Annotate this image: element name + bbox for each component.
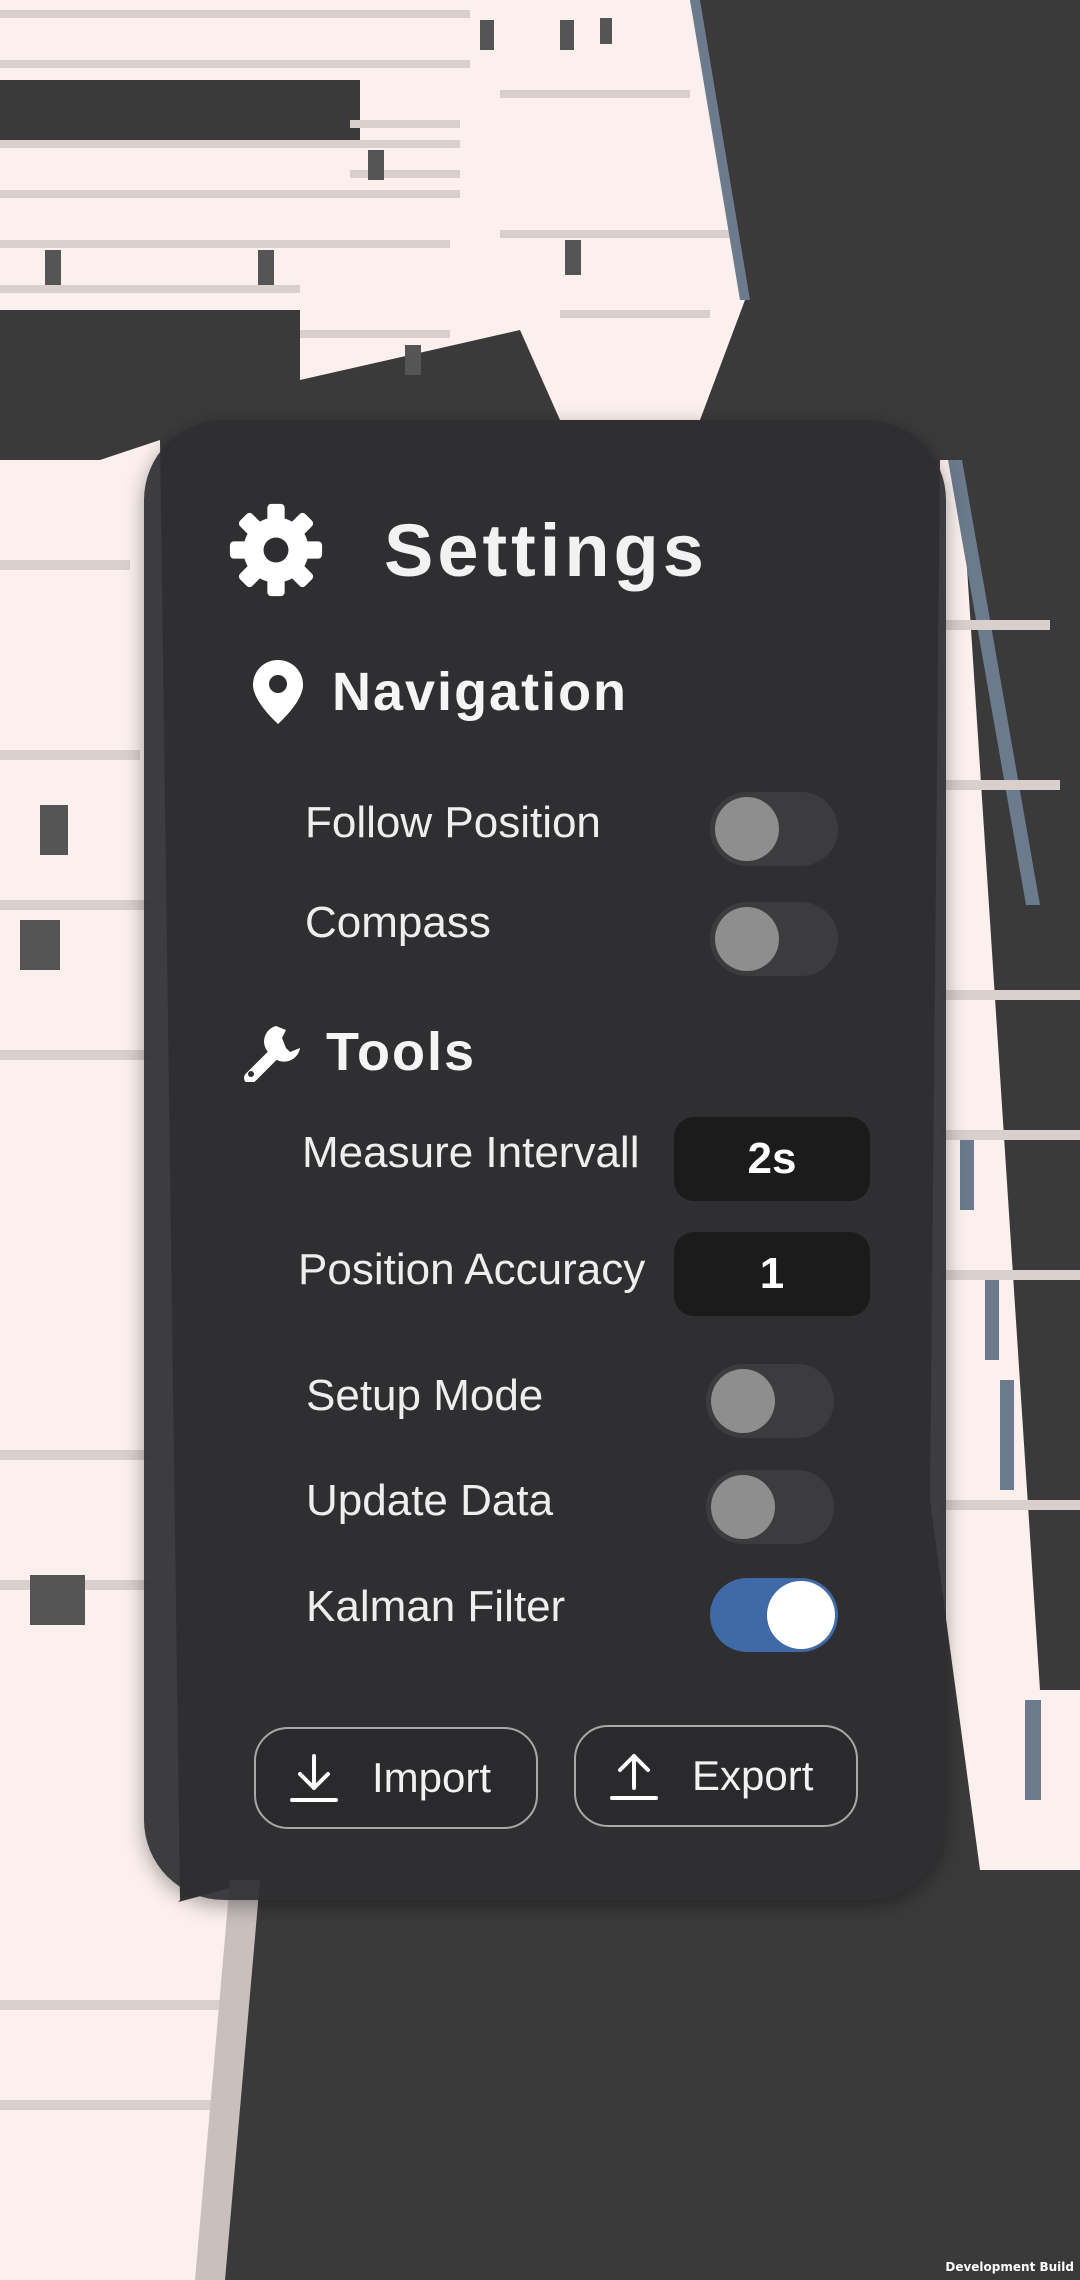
position-accuracy-field[interactable]: 1 bbox=[674, 1232, 870, 1316]
gear-icon bbox=[229, 503, 323, 597]
navigation-title: Navigation bbox=[332, 662, 629, 722]
kalman-filter-toggle[interactable] bbox=[710, 1578, 838, 1652]
development-build-label: Development Build bbox=[945, 2260, 1074, 2274]
compass-toggle[interactable] bbox=[710, 902, 838, 976]
map-pin-icon bbox=[246, 660, 310, 724]
measure-interval-label: Measure Intervall bbox=[302, 1128, 640, 1177]
update-data-label: Update Data bbox=[306, 1476, 554, 1525]
navigation-section-header: Navigation bbox=[246, 660, 628, 724]
toggle-knob bbox=[711, 1369, 775, 1433]
toggle-knob bbox=[711, 1475, 775, 1539]
wrench-icon bbox=[240, 1020, 304, 1084]
settings-panel: Settings Navigation Follow Position Comp… bbox=[144, 420, 946, 1900]
export-button[interactable]: Export bbox=[574, 1725, 858, 1827]
tools-section-header: Tools bbox=[240, 1020, 476, 1084]
setup-mode-label: Setup Mode bbox=[306, 1371, 544, 1420]
page-title: Settings bbox=[384, 508, 708, 592]
toggle-knob bbox=[767, 1581, 835, 1649]
download-icon bbox=[290, 1754, 338, 1802]
setup-mode-toggle[interactable] bbox=[706, 1364, 834, 1438]
import-label: Import bbox=[372, 1754, 492, 1801]
follow-position-label: Follow Position bbox=[305, 798, 601, 847]
kalman-filter-label: Kalman Filter bbox=[306, 1582, 566, 1631]
measure-interval-field[interactable]: 2s bbox=[674, 1117, 870, 1201]
settings-header: Settings bbox=[228, 490, 708, 610]
follow-position-toggle[interactable] bbox=[710, 792, 838, 866]
compass-label: Compass bbox=[305, 898, 491, 947]
import-button[interactable]: Import bbox=[254, 1727, 538, 1829]
upload-icon bbox=[610, 1754, 658, 1800]
toggle-knob bbox=[715, 797, 779, 861]
toggle-knob bbox=[715, 907, 779, 971]
position-accuracy-label: Position Accuracy bbox=[298, 1245, 646, 1294]
update-data-toggle[interactable] bbox=[706, 1470, 834, 1544]
tools-title: Tools bbox=[326, 1022, 476, 1082]
export-label: Export bbox=[692, 1752, 814, 1799]
